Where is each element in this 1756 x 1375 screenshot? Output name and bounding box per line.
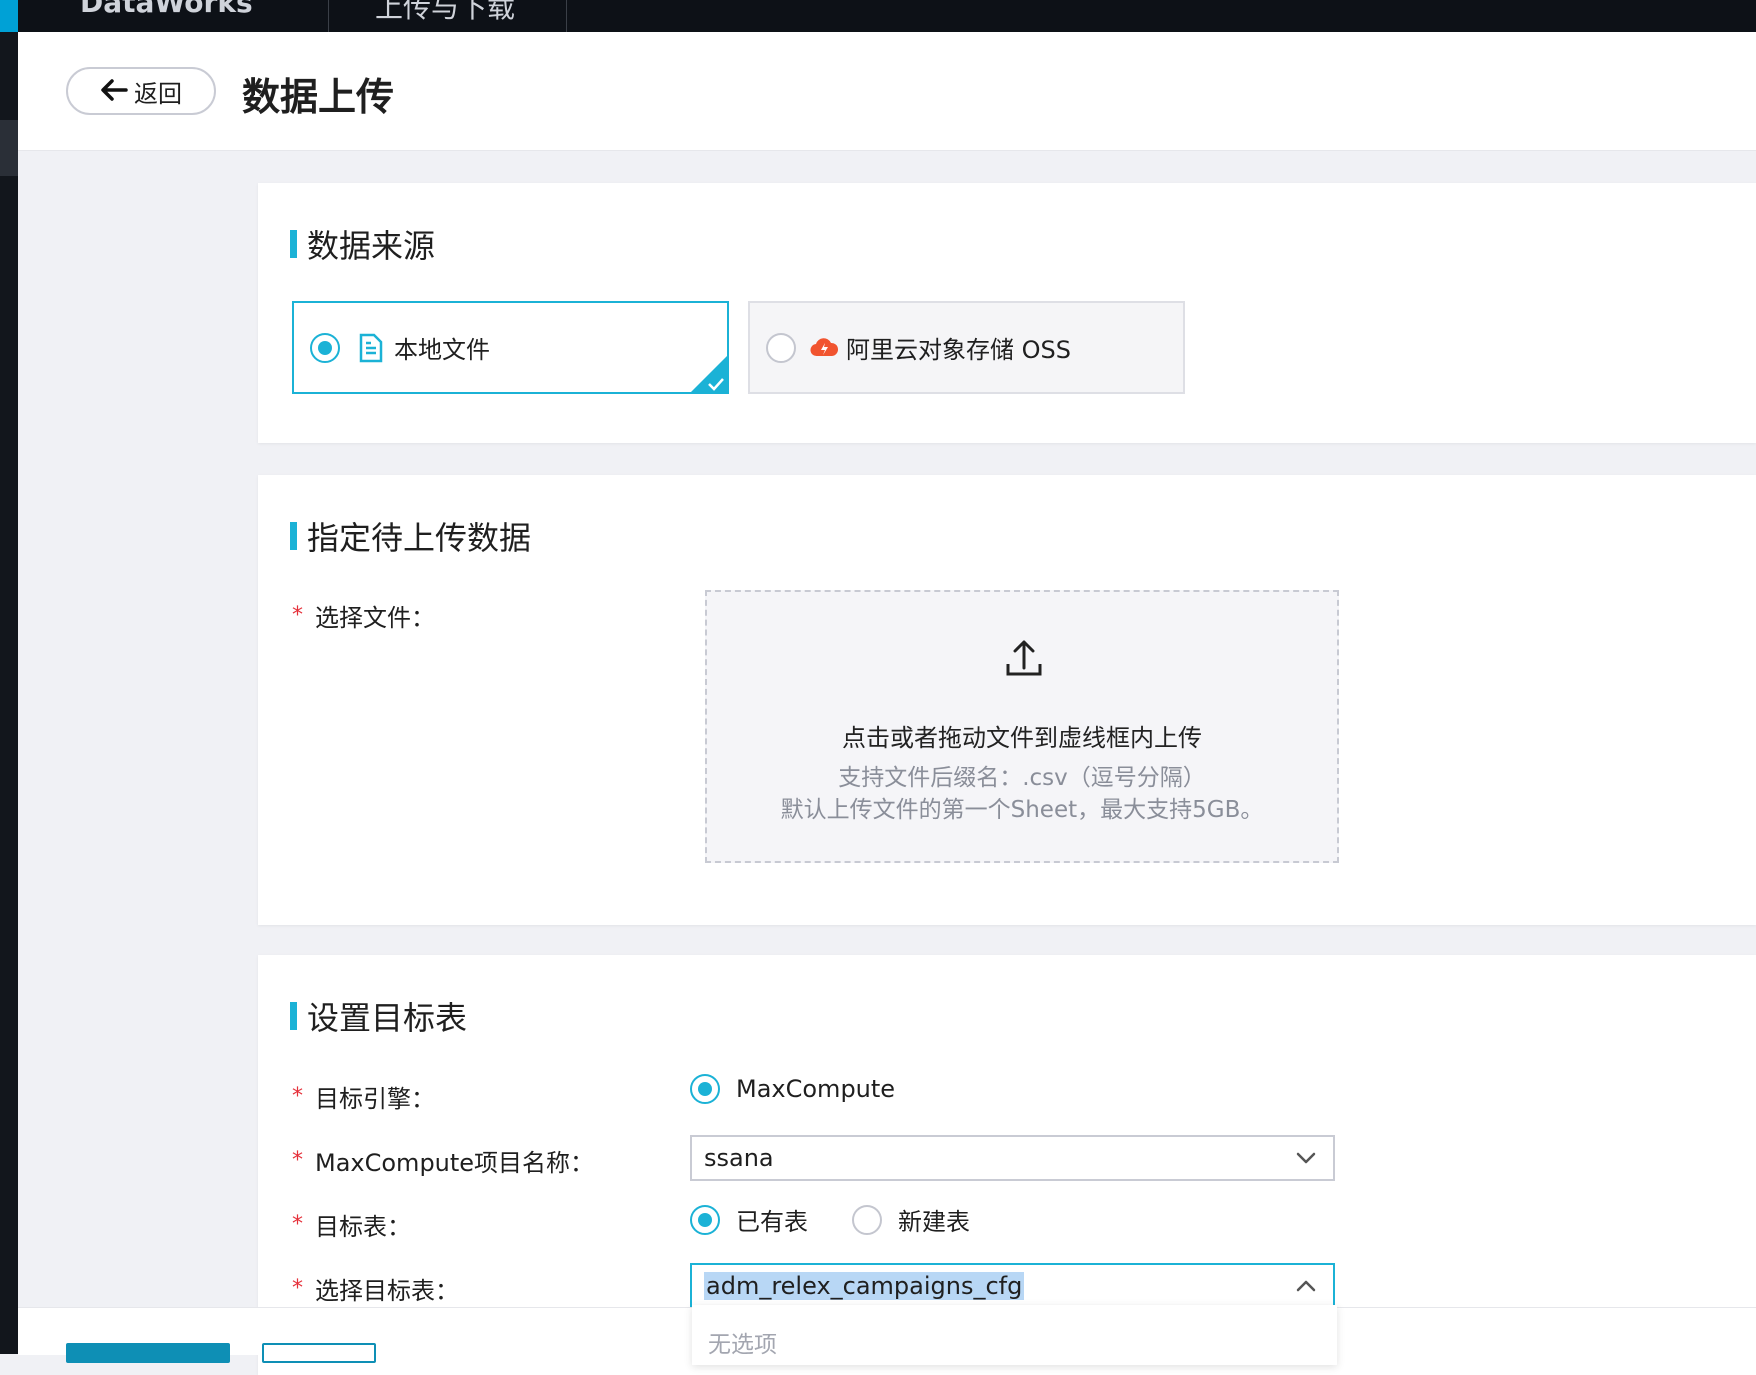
- required-asterisk: *: [292, 1084, 303, 1109]
- source-option-label: 本地文件: [394, 336, 490, 364]
- label-text: 选择目标表：: [315, 1277, 459, 1305]
- sidebar-active-item[interactable]: [0, 120, 18, 176]
- table-radio-new[interactable]: 新建表: [852, 1202, 970, 1237]
- specify-data-card: 指定待上传数据 * 选择文件： 点击或者拖动文件到虚线框内上传 支持文件后缀名：…: [258, 475, 1756, 925]
- file-field-label: * 选择文件：: [292, 598, 435, 633]
- back-button[interactable]: 返回: [66, 67, 216, 115]
- label-text: 选择文件：: [315, 604, 435, 632]
- section-title-text: 设置目标表: [307, 999, 468, 1037]
- engine-radio-maxcompute[interactable]: MaxCompute: [690, 1074, 895, 1104]
- oss-cloud-icon: [810, 336, 838, 360]
- section-title: 数据来源: [290, 221, 435, 267]
- left-sidebar-strip: [0, 0, 18, 1354]
- chevron-down-icon: [1293, 1145, 1319, 1171]
- radio-label: 新建表: [898, 1208, 970, 1236]
- select-table-field-label: * 选择目标表：: [292, 1271, 459, 1306]
- target-table-dropdown: 无选项: [692, 1305, 1337, 1365]
- chevron-up-icon: [1293, 1273, 1319, 1299]
- source-option-oss[interactable]: 阿里云对象存储 OSS: [748, 301, 1185, 394]
- brand-logo-text[interactable]: DataWorks: [80, 0, 253, 19]
- required-asterisk: *: [292, 603, 303, 628]
- document-icon: [358, 333, 384, 363]
- upload-icon: [1005, 638, 1043, 682]
- source-option-label: 阿里云对象存储 OSS: [846, 336, 1071, 364]
- data-source-card: 数据来源 本地文件 阿里云对象存储 OSS: [258, 183, 1756, 443]
- cancel-button[interactable]: [262, 1343, 376, 1363]
- radio-unselected[interactable]: [766, 332, 796, 363]
- radio-label: MaxCompute: [736, 1075, 896, 1103]
- target-table-field-label: * 目标表：: [292, 1207, 411, 1242]
- select-value[interactable]: adm_relex_campaigns_cfg: [704, 1272, 1025, 1300]
- sidebar-accent: [0, 0, 18, 32]
- dropzone-hint-line: 默认上传文件的第一个Sheet，最大支持5GB。: [780, 797, 1264, 823]
- nav-divider: [566, 0, 567, 32]
- engine-field-label: * 目标引擎：: [292, 1079, 435, 1114]
- section-title-text: 指定待上传数据: [307, 519, 532, 557]
- selected-check-icon: [689, 354, 729, 394]
- dropzone-hint-line: 支持文件后缀名：.csv（逗号分隔）: [838, 765, 1206, 791]
- required-asterisk: *: [292, 1212, 303, 1237]
- section-title-bar: [290, 230, 297, 258]
- section-title: 设置目标表: [290, 993, 467, 1039]
- radio-label: 已有表: [736, 1208, 808, 1236]
- table-radio-existing[interactable]: 已有表: [690, 1202, 808, 1237]
- label-text: 目标表：: [315, 1213, 411, 1241]
- radio-unselected[interactable]: [852, 1204, 882, 1235]
- dropzone-hint: 支持文件后缀名：.csv（逗号分隔） 默认上传文件的第一个Sheet，最大支持5…: [707, 762, 1337, 826]
- required-asterisk: *: [292, 1276, 303, 1301]
- radio-selected[interactable]: [690, 1204, 720, 1235]
- target-table-select[interactable]: adm_relex_campaigns_cfg: [690, 1263, 1335, 1309]
- radio-selected[interactable]: [690, 1074, 720, 1104]
- section-title-bar: [290, 522, 297, 550]
- project-select[interactable]: ssana: [690, 1135, 1335, 1181]
- radio-selected[interactable]: [310, 332, 340, 363]
- file-dropzone[interactable]: 点击或者拖动文件到虚线框内上传 支持文件后缀名：.csv（逗号分隔） 默认上传文…: [705, 590, 1339, 863]
- page-title: 数据上传: [242, 75, 395, 119]
- top-nav-bar: DataWorks 上传与下载: [0, 0, 1756, 32]
- project-field-label: * MaxCompute项目名称：: [292, 1143, 594, 1178]
- source-option-local-file[interactable]: 本地文件: [292, 301, 729, 394]
- required-asterisk: *: [292, 1148, 303, 1173]
- page-header: 返回 数据上传: [18, 32, 1756, 151]
- nav-divider: [328, 0, 329, 32]
- arrow-left-icon: [100, 75, 128, 108]
- select-value: ssana: [704, 1144, 774, 1172]
- nav-tab-upload-download[interactable]: 上传与下载: [375, 0, 515, 26]
- section-title-bar: [290, 1002, 297, 1030]
- section-title: 指定待上传数据: [290, 513, 531, 559]
- dropzone-main-text: 点击或者拖动文件到虚线框内上传: [842, 724, 1202, 752]
- section-title-text: 数据来源: [307, 227, 436, 265]
- back-button-label: 返回: [134, 79, 182, 108]
- label-text: 目标引擎：: [315, 1085, 435, 1113]
- label-text: MaxCompute项目名称：: [315, 1149, 595, 1177]
- upload-data-button[interactable]: [66, 1343, 230, 1363]
